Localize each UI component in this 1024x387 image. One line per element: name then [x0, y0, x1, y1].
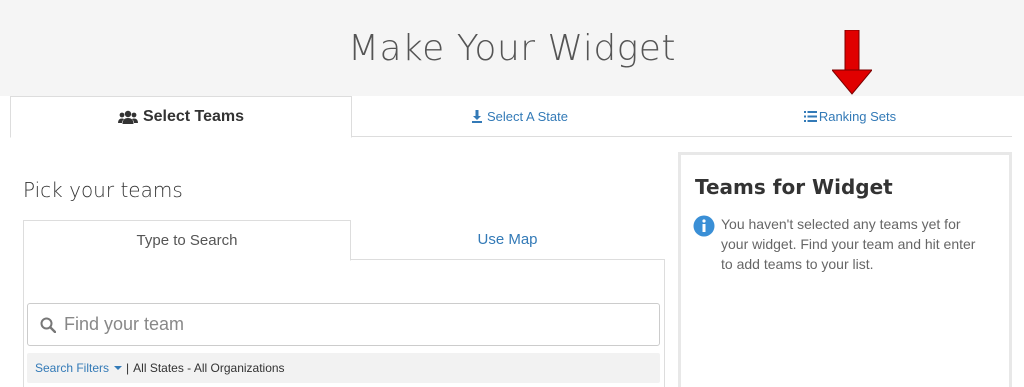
tab-type-to-search[interactable]: Type to Search [23, 220, 351, 261]
section-title: Pick your teams [23, 178, 183, 202]
tab-select-a-state[interactable]: Select A State [352, 96, 688, 136]
tab-select-teams-label: Select Teams [142, 108, 245, 125]
page-header: Make Your Widget [0, 0, 1024, 96]
search-input[interactable] [64, 314, 624, 335]
red-arrow-annotation [832, 30, 872, 95]
main-tabs: Select Teams Select A State Ranking Sets [10, 96, 1012, 138]
tab-select-teams[interactable]: Select Teams [10, 96, 352, 138]
tab-use-map[interactable]: Use Map [351, 220, 664, 259]
tab-ranking-sets[interactable]: Ranking Sets [688, 96, 1012, 136]
search-field[interactable] [27, 303, 660, 346]
caret-down-icon [114, 366, 123, 370]
info-icon [693, 215, 715, 237]
sub-tabs: Type to Search Use Map [23, 220, 665, 261]
filters-separator: | [126, 361, 130, 375]
search-filters-label: Search Filters [35, 361, 110, 375]
search-filters-bar: Search Filters | All States - All Organi… [27, 353, 660, 383]
list-icon [803, 110, 817, 122]
tab-ranking-sets-label: Ranking Sets [818, 108, 897, 124]
teams-for-widget-panel: Teams for Widget You haven't selected an… [678, 152, 1012, 387]
tab-select-a-state-label: Select A State [487, 108, 568, 124]
filters-summary: All States - All Organizations [133, 361, 285, 375]
users-icon [117, 110, 138, 125]
search-icon [40, 317, 56, 333]
search-filters-dropdown[interactable]: Search Filters [35, 361, 123, 375]
panel-title: Teams for Widget [695, 175, 893, 199]
map-pin-icon [472, 109, 483, 123]
empty-state-message: You haven't selected any teams yet for y… [721, 216, 976, 272]
